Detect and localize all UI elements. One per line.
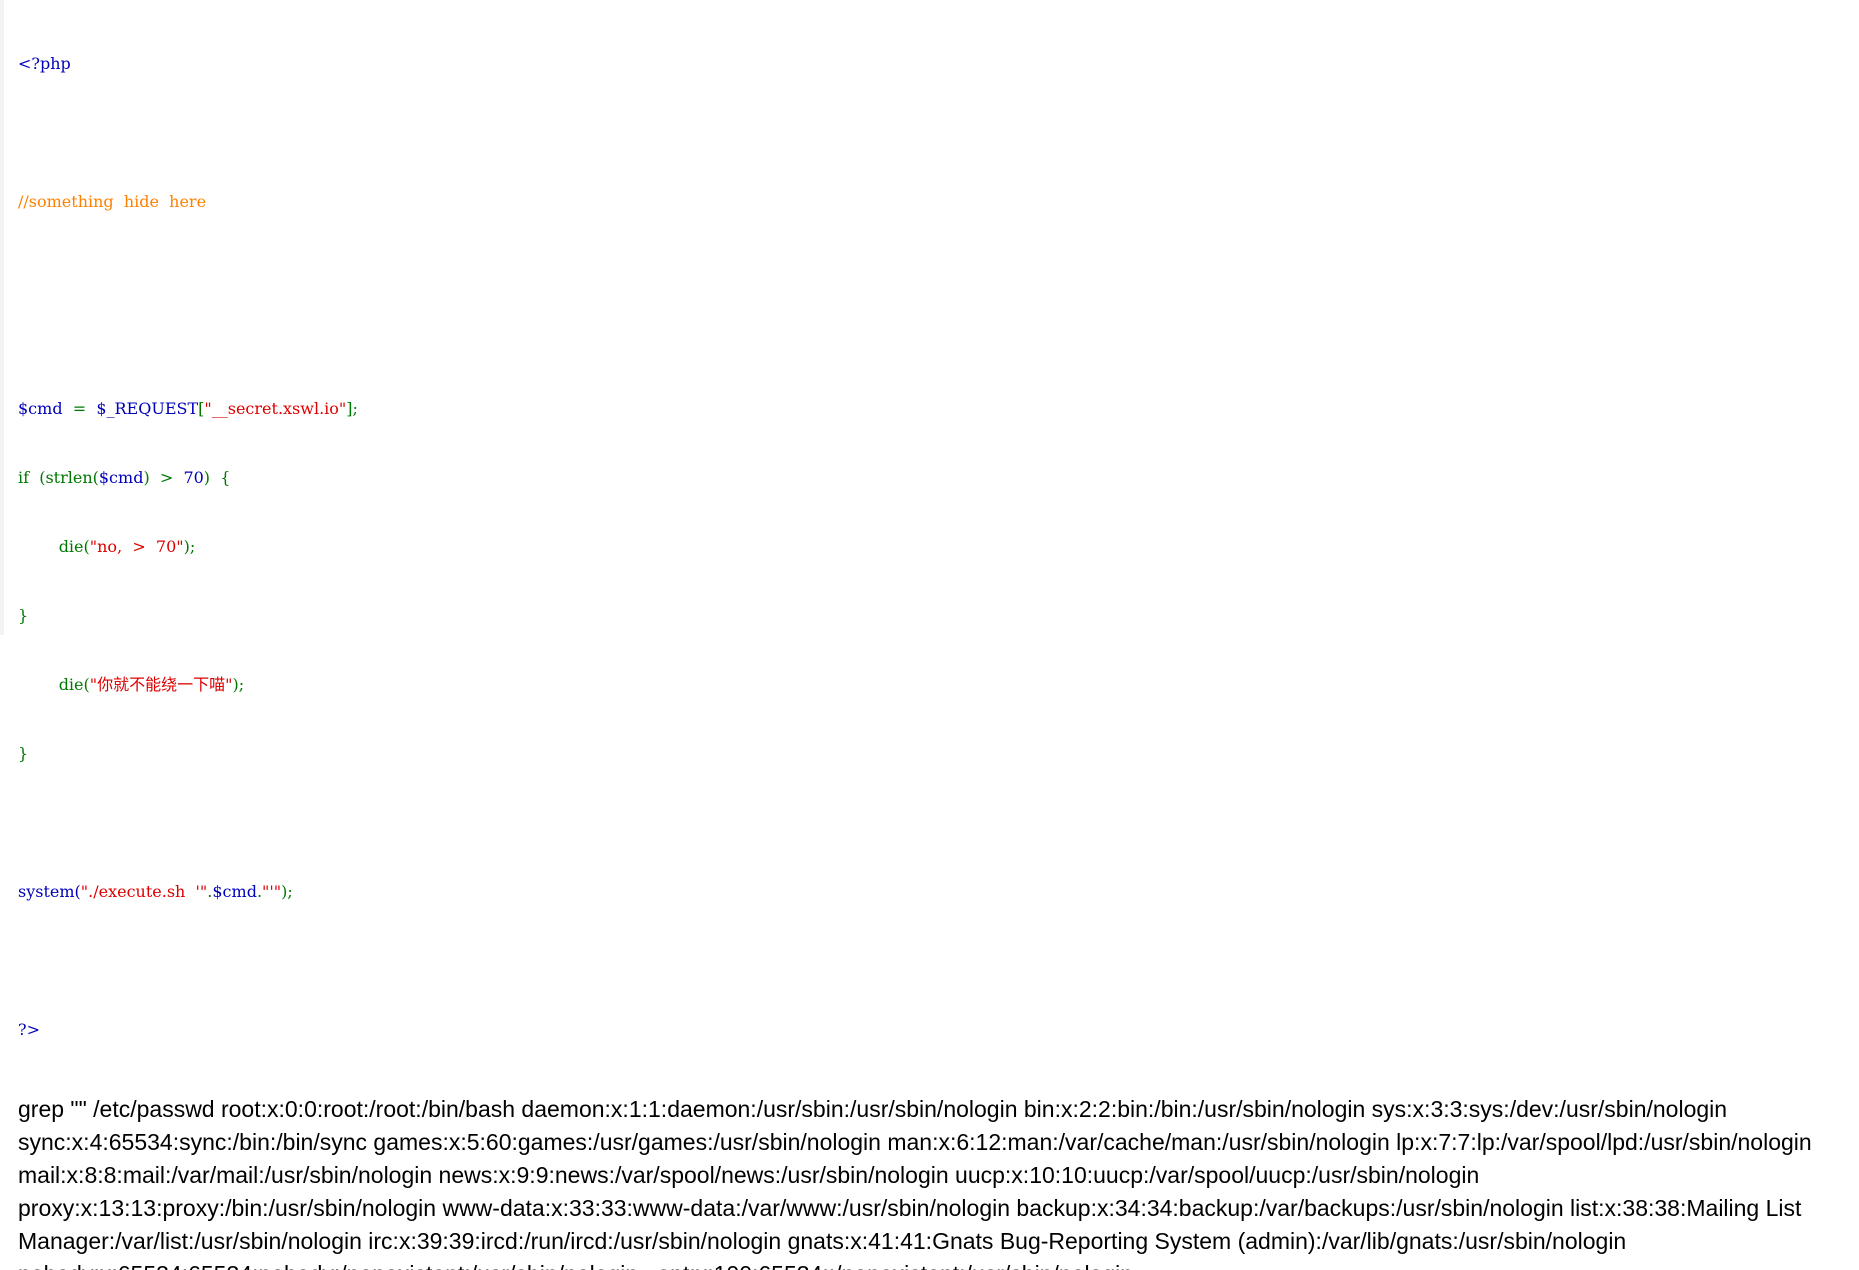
code-line-brace-close-2: } [18,742,1849,765]
php-source-highlight: <?php //something hide here $cmd = $_REQ… [18,31,1849,1085]
command-output-text: grep "" /etc/passwd root:x:0:0:root:/roo… [18,1096,1812,1270]
code-token-var: $cmd [18,399,63,418]
code-line-die-1: die("no, > 70"); [18,535,1849,558]
code-token-string: "./execute.sh '" [80,882,208,901]
code-token-op: ]; [346,399,358,418]
code-line-system: system("./execute.sh '".$cmd."'"); [18,880,1849,903]
code-line-open-tag: <?php [18,52,1849,75]
code-token-var: $cmd [98,468,144,487]
code-token-var: $cmd [212,882,257,901]
code-token-function: die( [58,675,90,694]
page-body: <?php //something hide here $cmd = $_REQ… [18,6,1849,1270]
code-line-close-tag: ?> [18,1018,1849,1041]
code-token-number: 70 [183,468,204,487]
code-line-die-2: die("你就不能绕一下喵"); [18,673,1849,696]
code-token-brace: } [18,606,29,625]
code-line-comment: //something hide here [18,190,1849,213]
code-token-keyword: if (strlen( [18,468,99,487]
code-token-string: "__secret.xswl.io" [204,399,347,418]
code-token-op: ); [281,882,293,901]
code-line-if: if (strlen($cmd) > 70) { [18,466,1849,489]
code-token-function: die( [58,537,90,556]
code-token-op: ); [232,675,245,694]
code-token-string: "'" [262,882,282,901]
code-token-op: ); [183,537,196,556]
code-line-brace-close-1: } [18,604,1849,627]
code-token-request: $_REQUEST [96,399,199,418]
php-close-tag: ?> [18,1020,40,1039]
php-comment: //something hide here [18,192,207,211]
code-token-function: system( [18,882,81,901]
page-left-border [0,0,4,635]
code-token-op: = [62,399,97,418]
code-token-string: "no, > 70" [89,537,184,556]
code-token-string: "你就不能绕一下喵" [89,675,233,694]
code-token-op: ) > [143,468,184,487]
code-token-brace: } [18,744,29,763]
code-token-op: ) { [203,468,231,487]
code-line-cmd-assign: $cmd = $_REQUEST["__secret.xswl.io"]; [18,397,1849,420]
php-open-tag: <?php [18,54,71,73]
